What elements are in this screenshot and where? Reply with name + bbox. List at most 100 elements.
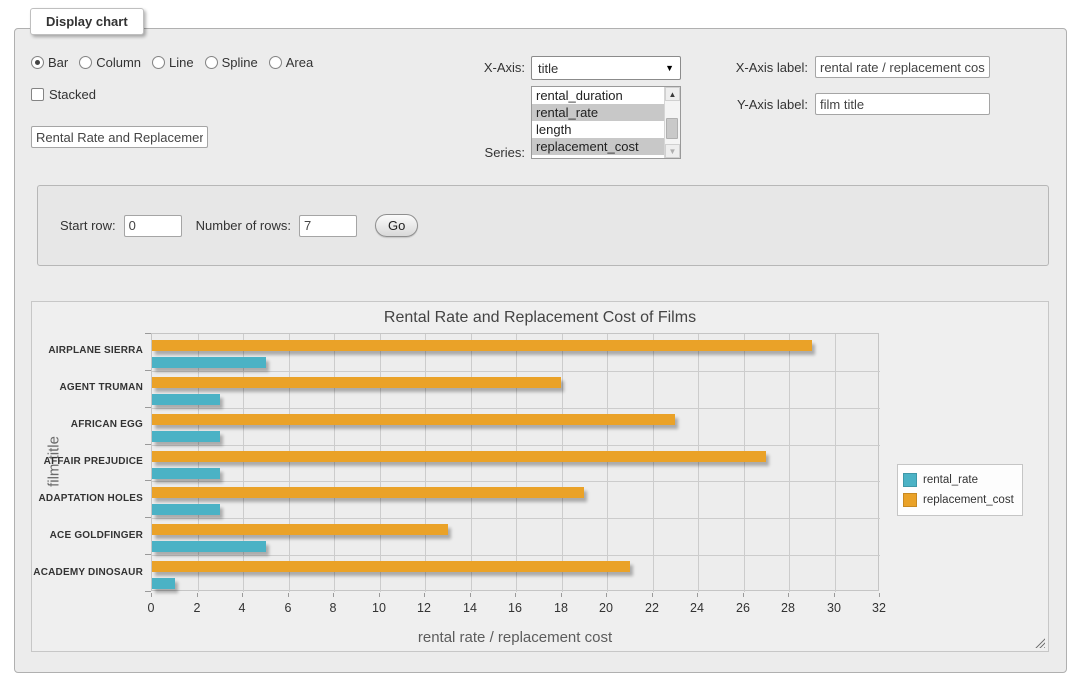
gridline <box>152 445 880 446</box>
radio-icon[interactable] <box>31 56 44 69</box>
legend-swatch <box>903 473 917 487</box>
go-button[interactable]: Go <box>375 214 418 237</box>
x-tick <box>424 593 425 597</box>
gridline <box>562 334 563 592</box>
x-tick-label: 4 <box>222 601 262 615</box>
x-tick-label: 20 <box>586 601 626 615</box>
num-rows-input[interactable] <box>299 215 357 237</box>
legend-label: rental_rate <box>923 474 978 486</box>
y-tick <box>145 480 151 481</box>
bar-rental_rate <box>152 431 220 442</box>
category-label: AIRPLANE SIERRA <box>31 345 143 356</box>
scrollbar-track[interactable] <box>665 101 680 144</box>
chart-type-label: Line <box>169 55 194 70</box>
category-label: ACADEMY DINOSAUR <box>31 567 143 578</box>
x-tick-label: 18 <box>541 601 581 615</box>
stacked-option[interactable]: Stacked <box>31 87 96 102</box>
y-tick <box>145 407 151 408</box>
resize-handle-icon[interactable] <box>1034 637 1045 648</box>
bar-rental_rate <box>152 504 220 515</box>
chart-title: Rental Rate and Replacement Cost of Film… <box>32 309 1048 327</box>
chart-type-spline[interactable]: Spline <box>205 55 258 70</box>
gridline <box>152 371 880 372</box>
series-option-rental_duration[interactable]: rental_duration <box>532 87 664 104</box>
y-tick <box>145 444 151 445</box>
category-label: AFFAIR PREJUDICE <box>31 456 143 467</box>
num-rows-label: Number of rows: <box>196 218 291 233</box>
y-axis-label-input[interactable] <box>815 93 990 115</box>
scroll-up-icon[interactable]: ▲ <box>665 87 680 101</box>
chart-type-radiogroup: Bar Column Line Spline Area <box>31 55 313 70</box>
legend-entry-replacement_cost: replacement_cost <box>903 490 1014 510</box>
chart-type-label: Column <box>96 55 141 70</box>
chart-type-column[interactable]: Column <box>79 55 141 70</box>
gridline <box>835 334 836 592</box>
bar-replacement_cost <box>152 340 812 351</box>
x-axis-select-label: X-Axis: <box>445 60 525 75</box>
gridline <box>607 334 608 592</box>
gridline <box>152 555 880 556</box>
gridline <box>425 334 426 592</box>
x-tick-label: 8 <box>313 601 353 615</box>
radio-icon[interactable] <box>269 56 282 69</box>
chart-panel: Rental Rate and Replacement Cost of Film… <box>31 301 1049 652</box>
bar-replacement_cost <box>152 487 584 498</box>
x-tick <box>333 593 334 597</box>
x-tick <box>242 593 243 597</box>
gridline <box>380 334 381 592</box>
x-tick <box>561 593 562 597</box>
x-axis-label-input[interactable] <box>815 56 990 78</box>
x-axis-select[interactable]: title ▼ <box>531 56 681 80</box>
series-options: rental_durationrental_ratelengthreplacem… <box>532 87 664 158</box>
chart-title-input[interactable] <box>31 126 208 148</box>
x-tick <box>697 593 698 597</box>
scroll-down-icon[interactable]: ▼ <box>665 144 680 158</box>
x-tick <box>379 593 380 597</box>
chart-type-label: Area <box>286 55 313 70</box>
display-chart-fieldset: BarColumnLineSplineArea Stacked X-Axis: … <box>14 28 1067 673</box>
y-tick <box>145 370 151 371</box>
gridline <box>289 334 290 592</box>
app-page: Display chart BarColumnLineSplineArea St… <box>0 0 1081 681</box>
x-tick <box>652 593 653 597</box>
chart-type-label: Bar <box>48 55 68 70</box>
gridline <box>243 334 244 592</box>
bar-replacement_cost <box>152 414 675 425</box>
radio-icon[interactable] <box>79 56 92 69</box>
x-tick-label: 6 <box>268 601 308 615</box>
x-tick-label: 32 <box>859 601 899 615</box>
x-tick-label: 22 <box>632 601 672 615</box>
chart-legend: rental_rate replacement_cost <box>897 464 1023 516</box>
radio-icon[interactable] <box>152 56 165 69</box>
chart-type-area[interactable]: Area <box>269 55 313 70</box>
chart-type-line[interactable]: Line <box>152 55 194 70</box>
gridline <box>334 334 335 592</box>
series-option-rental_rate[interactable]: rental_rate <box>532 104 664 121</box>
chart-type-bar[interactable]: Bar <box>31 55 68 70</box>
x-tick <box>743 593 744 597</box>
stacked-checkbox[interactable] <box>31 88 44 101</box>
category-label: ADAPTATION HOLES <box>31 493 143 504</box>
series-list-label: Series: <box>445 145 525 160</box>
y-tick <box>145 591 151 592</box>
x-tick-label: 30 <box>814 601 854 615</box>
y-tick <box>145 554 151 555</box>
series-option-length[interactable]: length <box>532 121 664 138</box>
stacked-label: Stacked <box>49 87 96 102</box>
radio-icon[interactable] <box>205 56 218 69</box>
x-tick <box>288 593 289 597</box>
scrollbar-thumb[interactable] <box>666 118 678 139</box>
x-tick-label: 28 <box>768 601 808 615</box>
bar-replacement_cost <box>152 377 561 388</box>
series-scrollbar[interactable]: ▲ ▼ <box>664 87 680 158</box>
x-tick <box>788 593 789 597</box>
series-listbox[interactable]: rental_durationrental_ratelengthreplacem… <box>531 86 681 159</box>
series-option-replacement_cost[interactable]: replacement_cost <box>532 138 664 155</box>
x-tick <box>470 593 471 597</box>
x-tick <box>834 593 835 597</box>
gridline <box>744 334 745 592</box>
start-row-input[interactable] <box>124 215 182 237</box>
legend-swatch <box>903 493 917 507</box>
category-label: AFRICAN EGG <box>31 419 143 430</box>
gridline <box>516 334 517 592</box>
